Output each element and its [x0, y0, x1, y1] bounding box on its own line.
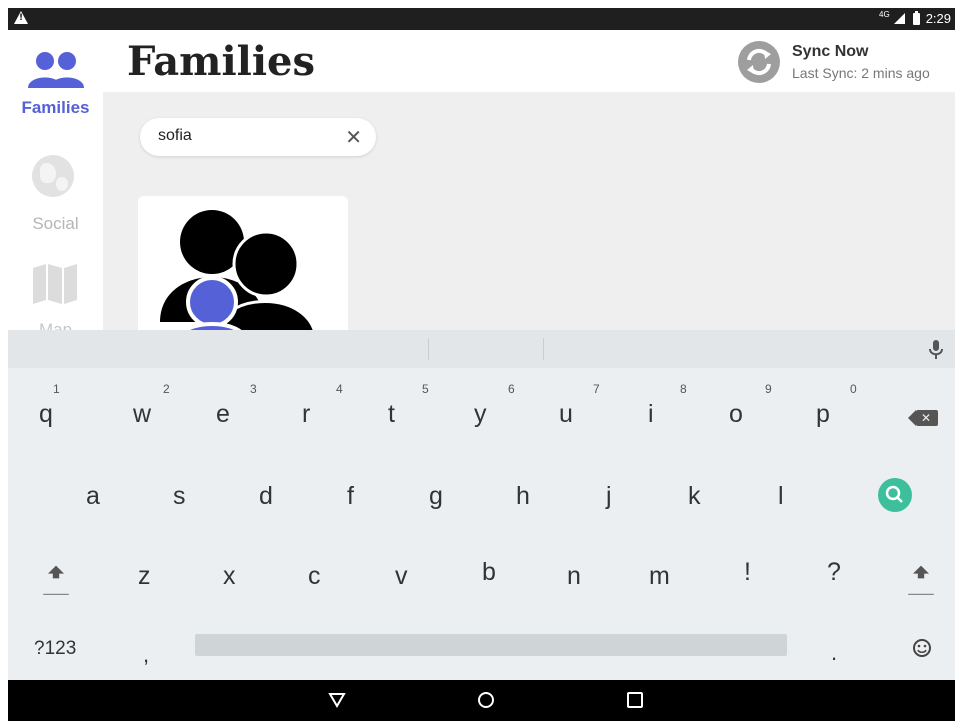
key-label: w — [133, 400, 152, 428]
header: Families Sync Now Last Sync: 2 mins ago — [103, 30, 955, 92]
key-t[interactable]: 5 t — [388, 382, 429, 428]
key-label: t — [388, 400, 395, 428]
page-title: Families — [127, 38, 316, 85]
search-input[interactable] — [158, 127, 338, 145]
key-hint: 6 — [508, 382, 515, 396]
comma-key[interactable]: , — [143, 642, 149, 668]
symbols-key[interactable]: ?123 — [34, 638, 76, 660]
key-label: e — [216, 400, 230, 428]
key-e[interactable]: 3 e — [216, 382, 257, 428]
key-label: r — [302, 400, 311, 428]
sidebar-item-label: Social — [32, 214, 79, 233]
key-w[interactable]: 2 w — [133, 382, 173, 428]
globe-icon — [32, 155, 74, 197]
key-hint: 5 — [422, 382, 429, 396]
key-hint: 1 — [53, 382, 60, 396]
key-g[interactable]: g — [429, 482, 443, 511]
sync-title: Sync Now — [792, 43, 869, 60]
key-h[interactable]: h — [516, 482, 530, 511]
suggestion-bar — [8, 330, 955, 368]
key-v[interactable]: v — [395, 562, 408, 591]
recents-icon[interactable] — [627, 692, 643, 708]
sidebar-item-social[interactable]: Social — [8, 150, 103, 240]
key-y[interactable]: 6 y — [474, 382, 515, 428]
key-label: q — [39, 400, 53, 428]
key-label: y — [474, 400, 487, 428]
key-hint: 2 — [163, 382, 170, 396]
key-x[interactable]: x — [223, 562, 236, 591]
key-label: i — [648, 400, 654, 428]
key-hint: 0 — [850, 382, 857, 396]
sidebar: Families Social Map — [8, 30, 103, 339]
close-icon[interactable]: ✕ — [345, 125, 362, 149]
main-content: ✕ — [103, 92, 955, 336]
key-q[interactable]: 1 q — [33, 382, 73, 428]
sidebar-item-label: Families — [21, 98, 90, 117]
key-o[interactable]: 9 o — [729, 382, 772, 428]
battery-icon — [912, 10, 920, 25]
key-hint: 9 — [765, 382, 772, 396]
period-key[interactable]: . — [831, 640, 837, 666]
key-exclamation[interactable]: ! — [744, 558, 751, 587]
shift-icon[interactable] — [36, 556, 76, 596]
signal-icon — [893, 13, 905, 24]
system-nav-bar — [8, 680, 955, 721]
search-bar: ✕ — [140, 118, 376, 156]
key-b[interactable]: b — [482, 558, 496, 587]
key-r[interactable]: 4 r — [302, 382, 343, 428]
key-a[interactable]: a — [86, 482, 100, 511]
backspace-icon[interactable] — [908, 410, 938, 426]
back-icon[interactable] — [328, 692, 346, 708]
key-s[interactable]: s — [173, 482, 186, 511]
emoji-icon[interactable] — [911, 637, 933, 659]
search-icon — [885, 485, 903, 503]
key-p[interactable]: 0 p — [816, 382, 857, 428]
map-icon — [33, 264, 77, 304]
suggestion-divider — [428, 338, 429, 360]
key-hint: 8 — [680, 382, 687, 396]
suggestion-divider — [543, 338, 544, 360]
key-l[interactable]: l — [778, 482, 784, 511]
key-label: p — [816, 400, 830, 428]
sync-icon — [738, 41, 780, 83]
status-bar: 4G 2:29 — [8, 8, 955, 30]
key-label: o — [729, 400, 743, 428]
sync-now-button[interactable]: Sync Now Last Sync: 2 mins ago — [738, 38, 952, 88]
key-c[interactable]: c — [308, 562, 321, 591]
key-i[interactable]: 8 i — [648, 382, 688, 428]
key-label: u — [559, 400, 573, 428]
family-avatar-icon — [160, 210, 316, 336]
alert-icon — [14, 11, 28, 24]
family-card[interactable] — [138, 196, 348, 336]
shift-icon[interactable] — [901, 556, 941, 596]
status-time: 2:29 — [925, 11, 951, 26]
key-d[interactable]: d — [259, 482, 273, 511]
microphone-icon[interactable] — [926, 339, 946, 361]
key-question[interactable]: ? — [827, 558, 841, 587]
key-hint: 7 — [593, 382, 600, 396]
spacebar[interactable] — [195, 634, 787, 656]
key-u[interactable]: 7 u — [559, 382, 600, 428]
search-key[interactable] — [878, 478, 912, 512]
keyboard: 1 q 2 w 3 e 4 r 5 t 6 y 7 u 8 i 9 o 0 p … — [8, 330, 955, 680]
key-j[interactable]: j — [606, 482, 612, 511]
sidebar-item-families[interactable]: Families — [8, 44, 103, 124]
key-hint: 4 — [336, 382, 343, 396]
key-f[interactable]: f — [347, 482, 354, 511]
families-icon — [28, 52, 84, 88]
network-type: 4G — [879, 10, 890, 19]
key-k[interactable]: k — [688, 482, 701, 511]
key-z[interactable]: z — [138, 562, 151, 591]
key-hint: 3 — [250, 382, 257, 396]
key-m[interactable]: m — [649, 562, 670, 591]
sidebar-item-map[interactable]: Map — [8, 260, 103, 340]
key-n[interactable]: n — [567, 562, 581, 591]
last-sync-text: Last Sync: 2 mins ago — [792, 65, 930, 81]
home-icon[interactable] — [478, 692, 494, 708]
